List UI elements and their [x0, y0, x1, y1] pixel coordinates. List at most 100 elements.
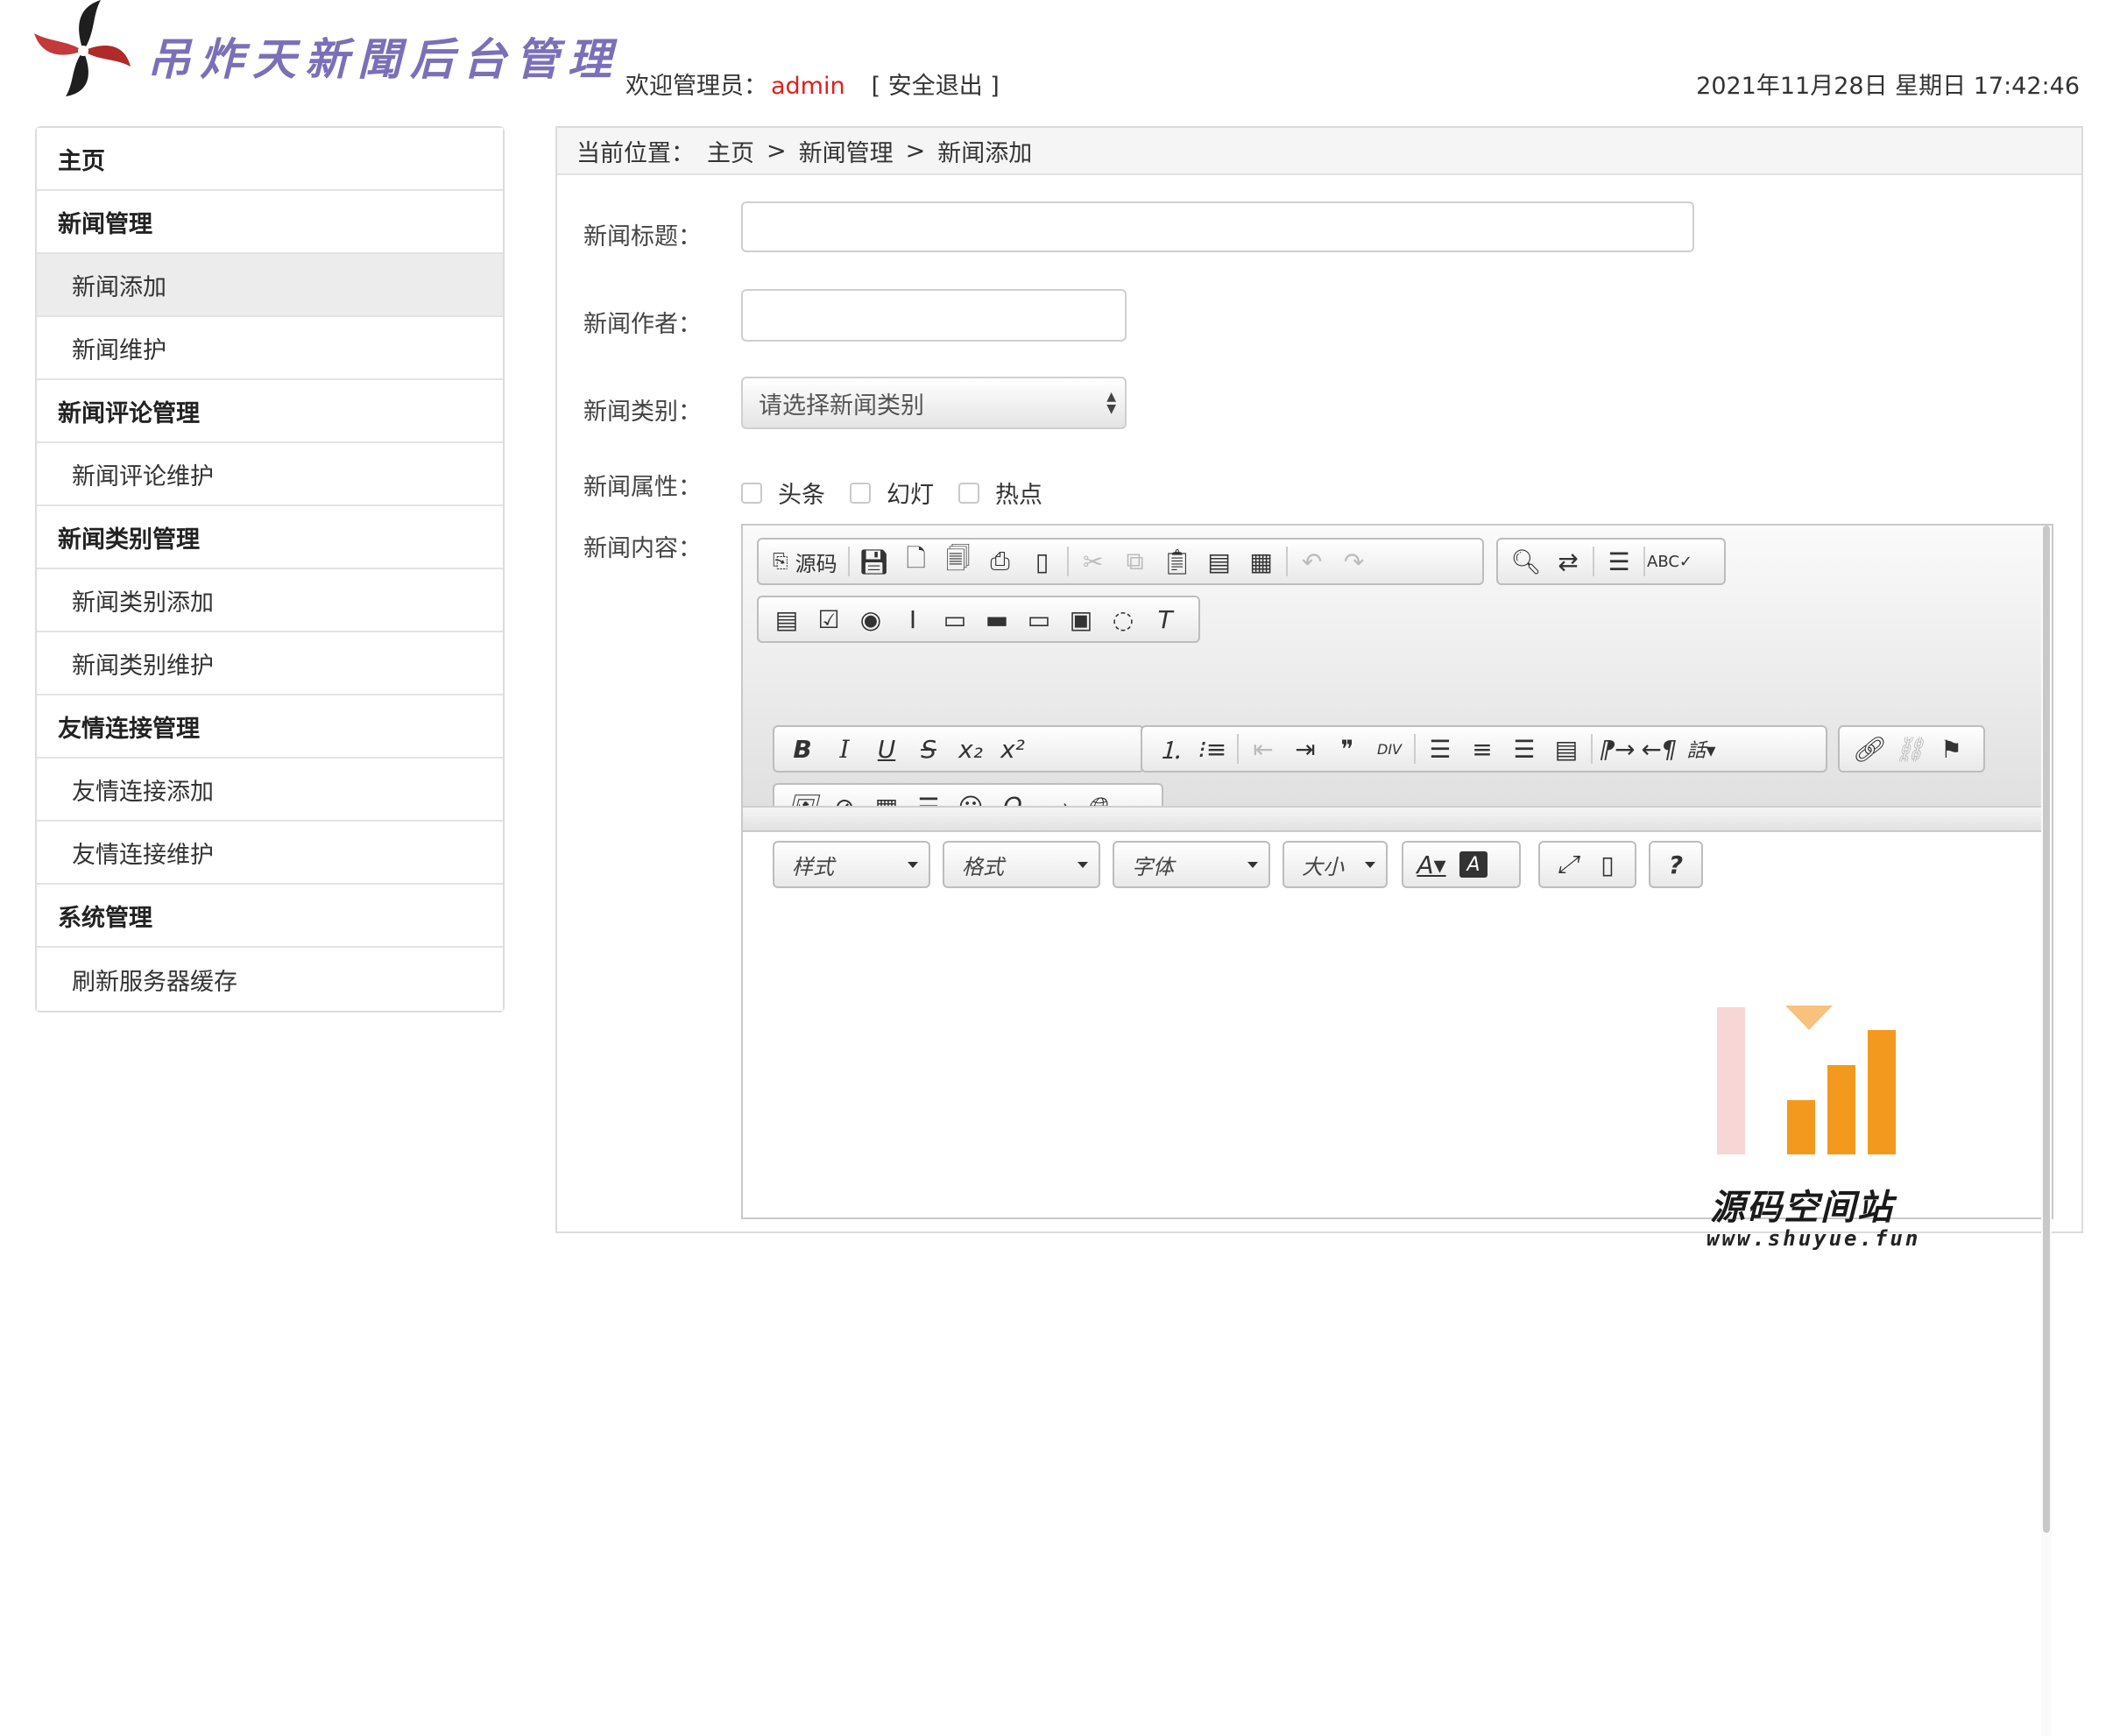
sidebar-item-home[interactable]: 主页	[37, 128, 503, 191]
print-icon[interactable]: ⎙	[979, 542, 1021, 581]
textarea-icon[interactable]: ▭	[934, 600, 976, 639]
attr-slide-checkbox[interactable]: 幻灯	[850, 476, 934, 510]
sidebar-item-category-maintain[interactable]: 新闻类别维护	[37, 632, 503, 695]
sidebar-group-system-management[interactable]: 系统管理	[37, 885, 503, 948]
paste-icon[interactable]: 📋︎	[1156, 542, 1198, 581]
superscript-icon[interactable]: x²	[992, 730, 1034, 768]
undo-icon[interactable]: ↶	[1291, 542, 1333, 581]
align-left-icon[interactable]: ☰	[1419, 730, 1461, 768]
div-container-icon[interactable]: DIV	[1368, 730, 1410, 768]
sidebar-group-news-management[interactable]: 新闻管理	[37, 191, 503, 254]
form-icon[interactable]: ▤	[766, 600, 808, 639]
checkbox-box[interactable]	[741, 482, 762, 504]
copy-icon[interactable]: ⧉	[1114, 542, 1156, 581]
radio-icon[interactable]: ◉	[850, 600, 892, 639]
underline-icon[interactable]: U	[866, 730, 908, 768]
size-combo[interactable]: 大小	[1283, 841, 1388, 888]
cut-icon[interactable]: ✂	[1072, 542, 1114, 581]
bulleted-list-icon[interactable]: ⁝≡	[1191, 730, 1233, 768]
checkbox-box[interactable]	[850, 482, 871, 504]
attr-hot-checkbox[interactable]: 热点	[958, 476, 1042, 510]
breadcrumb: 当前位置： 主页 > 新闻管理 > 新闻添加	[557, 128, 2081, 175]
toolbar-group-document: ⎘ 源码 💾︎ 🗋︎ 🗐︎ ⎙ ▯ ✂ ⧉ 📋︎ ▤ ▦ ↶ ↷	[757, 538, 1484, 585]
source-button[interactable]: ⎘ 源码	[766, 542, 844, 581]
attr-headline-checkbox[interactable]: 头条	[741, 476, 825, 510]
remove-format-icon[interactable]: T	[1144, 600, 1186, 639]
title-label: 新闻标题：	[583, 223, 702, 251]
dropdown-caret-icon	[1247, 862, 1258, 868]
logout-link[interactable]: [ 安全退出 ]	[872, 73, 1000, 100]
templates-icon[interactable]: ▯	[1021, 542, 1064, 581]
format-combo[interactable]: 格式	[943, 841, 1100, 888]
text-color-icon[interactable]: A▾	[1410, 845, 1452, 884]
sidebar-item-comment-maintain[interactable]: 新闻评论维护	[37, 443, 503, 506]
breadcrumb-home[interactable]: 主页	[707, 134, 754, 168]
button-field-icon[interactable]: ▭	[1018, 600, 1060, 639]
text-field-icon[interactable]: Ⅰ	[892, 600, 934, 639]
rtl-icon[interactable]: ←¶	[1638, 730, 1680, 768]
toolbar-group-links: 🔗︎ ⛓ ⚑	[1838, 725, 1985, 773]
bg-color-icon[interactable]: A	[1459, 851, 1487, 878]
page-scrollbar-thumb[interactable]	[2043, 526, 2050, 1533]
indent-icon[interactable]: ⇥	[1284, 730, 1326, 768]
language-icon[interactable]: 話▾	[1680, 730, 1722, 768]
help-icon[interactable]: ?	[1657, 845, 1694, 884]
news-category-select[interactable]: 请选择新闻类别 ▲ ▼	[741, 377, 1127, 429]
unlink-icon[interactable]: ⛓	[1889, 730, 1931, 768]
show-blocks-icon[interactable]: ▯	[1587, 845, 1628, 884]
sidebar-group-comment-management[interactable]: 新闻评论管理	[37, 380, 503, 443]
blockquote-icon[interactable]: ❞	[1326, 730, 1368, 768]
align-center-icon[interactable]: ≡	[1461, 730, 1503, 768]
paste-text-icon[interactable]: ▤	[1198, 542, 1240, 581]
link-icon[interactable]: 🔗︎	[1847, 730, 1889, 768]
outdent-icon[interactable]: ⇤	[1242, 730, 1284, 768]
select-field-icon[interactable]: ▬	[976, 600, 1018, 639]
preview-icon[interactable]: 🗐︎	[937, 542, 979, 581]
size-combo-label: 大小	[1302, 854, 1344, 879]
sidebar-item-link-add[interactable]: 友情连接添加	[37, 759, 503, 822]
news-author-input[interactable]	[741, 289, 1127, 342]
maximize-icon[interactable]: ⤢	[1547, 845, 1587, 884]
replace-icon[interactable]: ⇄	[1547, 542, 1589, 581]
style-combo[interactable]: 样式	[773, 841, 930, 888]
checkbox-box[interactable]	[958, 482, 979, 504]
paste-word-icon[interactable]: ▦	[1240, 542, 1283, 581]
numbered-list-icon[interactable]: ⒈	[1149, 730, 1191, 768]
strike-icon[interactable]: S	[908, 730, 950, 768]
sidebar-item-category-add[interactable]: 新闻类别添加	[37, 569, 503, 632]
hidden-field-icon[interactable]: ◌	[1102, 600, 1144, 639]
align-justify-icon[interactable]: ▤	[1545, 730, 1587, 768]
redo-icon[interactable]: ↷	[1333, 542, 1375, 581]
toolbar-group-help: ?	[1649, 841, 1703, 888]
sidebar-item-news-add[interactable]: 新闻添加	[37, 254, 503, 317]
format-combo-label: 格式	[962, 854, 1004, 879]
admin-username: admin	[771, 73, 845, 100]
save-icon[interactable]: 💾︎	[853, 542, 895, 581]
breadcrumb-separator: >	[905, 137, 926, 165]
align-right-icon[interactable]: ☰	[1503, 730, 1545, 768]
bold-icon[interactable]: B	[781, 730, 823, 768]
spellcheck-icon[interactable]: ABC✓	[1647, 542, 1692, 581]
news-title-input[interactable]	[741, 201, 1694, 252]
italic-icon[interactable]: I	[823, 730, 866, 768]
dropdown-caret-icon	[1365, 862, 1375, 868]
subscript-icon[interactable]: x₂	[950, 730, 992, 768]
checkbox-icon[interactable]: ☑	[808, 600, 850, 639]
ltr-icon[interactable]: ⁋→	[1596, 730, 1638, 768]
select-all-icon[interactable]: ☰	[1598, 542, 1640, 581]
find-icon[interactable]: 🔍︎	[1505, 542, 1547, 581]
font-combo-label: 字体	[1132, 854, 1174, 879]
dropdown-caret-icon	[908, 862, 918, 868]
sidebar-item-link-maintain[interactable]: 友情连接维护	[37, 822, 503, 885]
sidebar-item-refresh-cache[interactable]: 刷新服务器缓存	[37, 948, 503, 1011]
breadcrumb-news-add: 新闻添加	[937, 139, 1033, 167]
sidebar-group-link-management[interactable]: 友情连接管理	[37, 695, 503, 759]
image-button-icon[interactable]: ▣	[1060, 600, 1102, 639]
new-page-icon[interactable]: 🗋︎	[895, 542, 937, 581]
font-combo[interactable]: 字体	[1113, 841, 1270, 888]
sidebar-group-category-management[interactable]: 新闻类别管理	[37, 506, 503, 569]
breadcrumb-news-management[interactable]: 新闻管理	[799, 134, 894, 168]
anchor-flag-icon[interactable]: ⚑	[1931, 730, 1973, 768]
breadcrumb-separator: >	[767, 137, 787, 165]
sidebar-item-news-maintain[interactable]: 新闻维护	[37, 317, 503, 380]
